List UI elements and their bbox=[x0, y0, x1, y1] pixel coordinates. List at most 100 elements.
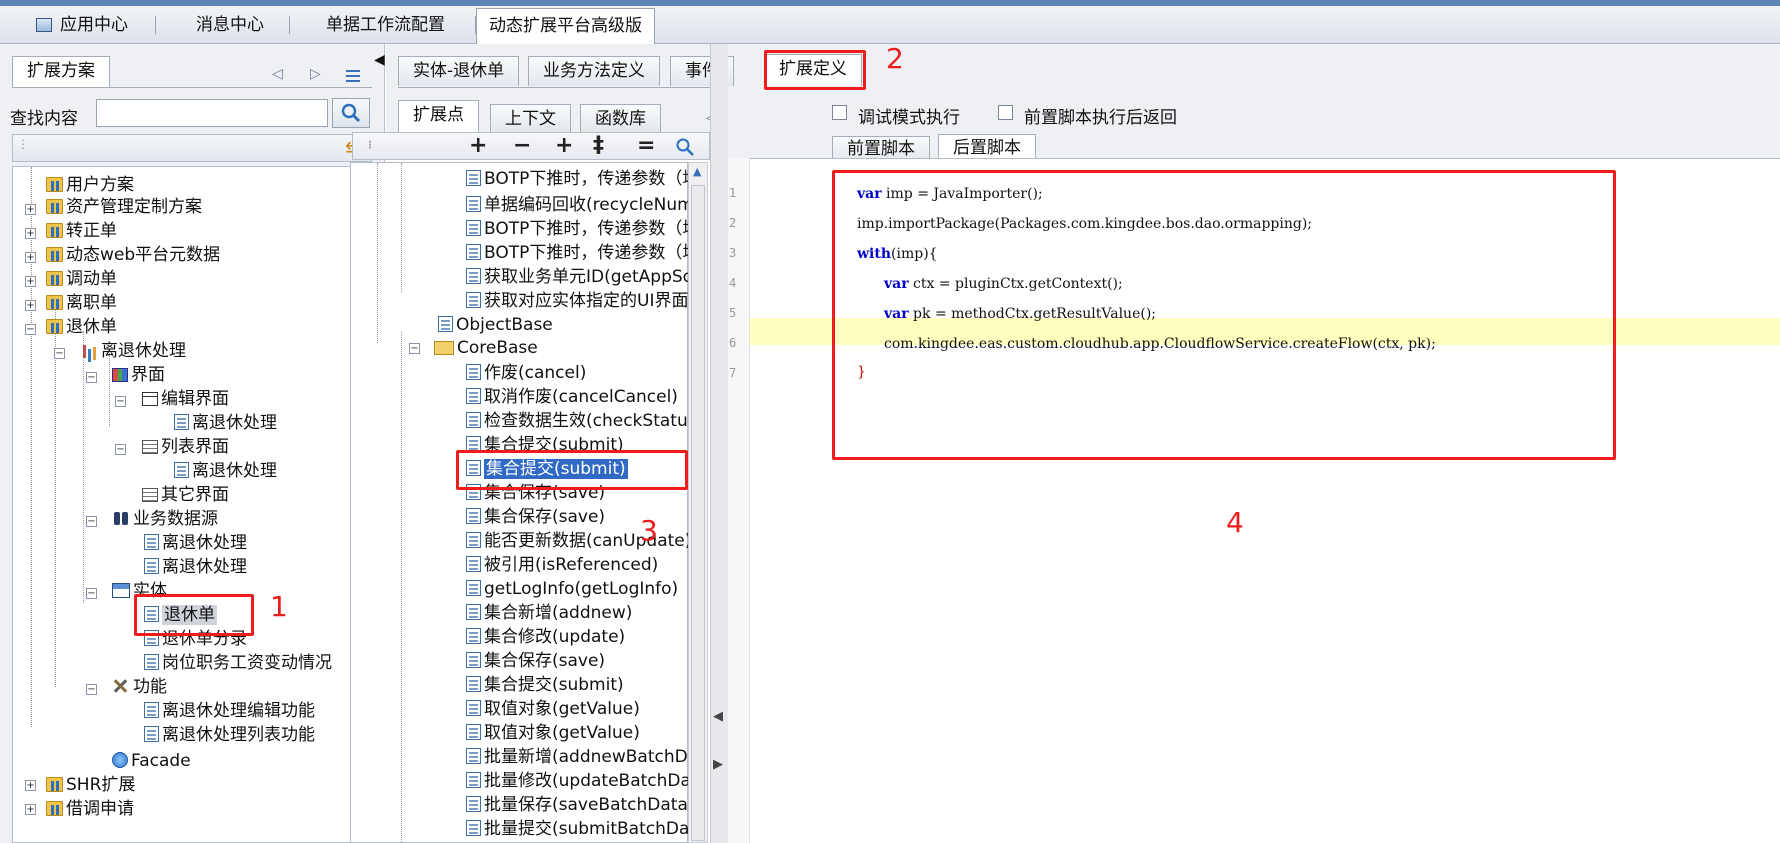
left-prev-arrow-icon[interactable]: ◁ bbox=[272, 66, 283, 82]
ext-core-item[interactable]: 检查数据生效(checkStatusValid) bbox=[466, 410, 688, 432]
return-after-pre-checkbox[interactable] bbox=[998, 105, 1013, 120]
collapse-edit-ui-icon[interactable]: − bbox=[115, 396, 126, 407]
ext-tree-scrollbar[interactable]: ▲ bbox=[688, 162, 708, 843]
expand-dynweb-icon[interactable]: + bbox=[25, 252, 36, 263]
drag-grip-icon[interactable]: ⋮ bbox=[17, 137, 29, 151]
ext-core-item[interactable]: 取值对象(getValue) bbox=[466, 698, 688, 720]
tree-list-ui-item[interactable]: 离退休处理 bbox=[174, 460, 277, 482]
tree-regular[interactable]: 转正单 bbox=[46, 220, 117, 242]
debug-mode-checkbox[interactable] bbox=[832, 105, 847, 120]
tree-other-ui[interactable]: 其它界面 bbox=[142, 484, 229, 506]
tab-extension-scheme[interactable]: 扩展方案 bbox=[12, 56, 110, 88]
tab-context[interactable]: 上下文 bbox=[490, 104, 571, 132]
ext-item-top[interactable]: BOTP下推时，传递参数（增加规则 bbox=[466, 168, 688, 190]
collapse-list-ui-icon[interactable]: − bbox=[115, 444, 126, 455]
ext-item-top[interactable]: 获取对应实体指定的UI界面的Uipk(g bbox=[466, 290, 688, 312]
document-icon bbox=[466, 700, 481, 716]
tree-facade[interactable]: Facade bbox=[112, 750, 191, 772]
collapse-retire-process-icon[interactable]: − bbox=[54, 348, 65, 359]
expand-borrow-icon[interactable]: + bbox=[25, 804, 36, 815]
insert-icon[interactable]: ‡ bbox=[593, 134, 604, 158]
tree-user-scheme[interactable]: 用户方案 bbox=[46, 174, 134, 196]
ext-item-top[interactable]: BOTP下推时，传递参数（增加规则 bbox=[466, 242, 688, 264]
drag-grip-icon[interactable]: ⋮ bbox=[365, 134, 375, 158]
ext-item-top[interactable]: BOTP下推时，传递参数（增加规则 bbox=[466, 218, 688, 240]
collapse-entity-icon[interactable]: − bbox=[86, 588, 97, 599]
expand-transfer-icon[interactable]: + bbox=[25, 276, 36, 287]
document-icon bbox=[466, 508, 481, 524]
tree-ui[interactable]: 界面 bbox=[112, 364, 165, 386]
tree-resign[interactable]: 离职单 bbox=[46, 292, 117, 314]
tree-retire-process[interactable]: 离退休处理 bbox=[82, 340, 186, 362]
tree-biz-item-2[interactable]: 离退休处理 bbox=[144, 556, 247, 578]
left-list-icon[interactable] bbox=[346, 70, 360, 82]
collapse-retire-icon[interactable]: − bbox=[25, 324, 36, 335]
tree-transfer[interactable]: 调动单 bbox=[46, 268, 117, 290]
tree-borrow[interactable]: 借调申请 bbox=[46, 798, 134, 820]
collapse-function-icon[interactable]: − bbox=[86, 684, 97, 695]
search-input[interactable] bbox=[96, 99, 328, 127]
add-child-icon[interactable]: + bbox=[555, 134, 573, 158]
tab-dynamic-extension[interactable]: 动态扩展平台高级版 bbox=[476, 8, 655, 45]
ext-core-item[interactable]: 批量修改(updateBatchData) bbox=[466, 770, 688, 792]
expand-regular-icon[interactable]: + bbox=[25, 228, 36, 239]
search-button[interactable] bbox=[332, 98, 370, 128]
tab-entity-retire[interactable]: 实体-退休单 bbox=[398, 56, 520, 86]
collapse-arrow-left-icon[interactable]: ◀ bbox=[713, 709, 723, 724]
ext-core-item[interactable]: 集合新增(addnew) bbox=[466, 602, 688, 624]
expand-shr-icon[interactable]: + bbox=[25, 780, 36, 791]
ext-core-item[interactable]: 集合提交(submit) bbox=[466, 674, 688, 696]
tab-app-center[interactable]: 应用中心 bbox=[36, 6, 156, 44]
tree-shr-ext[interactable]: SHR扩展 bbox=[46, 774, 135, 796]
ext-item-top[interactable]: 单据编码回收(recycleNumber) bbox=[466, 194, 688, 216]
ext-core-item[interactable]: 批量保存(saveBatchData) bbox=[466, 794, 688, 816]
ext-core-base[interactable]: CoreBase bbox=[434, 337, 538, 359]
left-next-arrow-icon[interactable]: ▷ bbox=[310, 66, 321, 82]
add-icon[interactable]: + bbox=[469, 134, 487, 158]
ext-core-item[interactable]: 批量提交(submitBatchData) bbox=[466, 818, 688, 840]
tree-asset-custom[interactable]: 资产管理定制方案 bbox=[46, 196, 202, 218]
tree-biz-item-1[interactable]: 离退休处理 bbox=[144, 532, 247, 554]
collapse-arrow-right-icon[interactable]: ▶ bbox=[713, 757, 723, 772]
tree-edit-ui[interactable]: 编辑界面 bbox=[142, 388, 229, 410]
tree-edit-ui-item[interactable]: 离退休处理 bbox=[174, 412, 277, 434]
expand-resign-icon[interactable]: + bbox=[25, 300, 36, 311]
scroll-up-icon[interactable]: ▲ bbox=[693, 165, 701, 178]
document-icon bbox=[466, 580, 481, 596]
tab-biz-method[interactable]: 业务方法定义 bbox=[528, 56, 660, 86]
ext-core-item[interactable]: 取消作废(cancelCancel) bbox=[466, 386, 688, 408]
tree-entity-salary[interactable]: 岗位职务工资变动情况 bbox=[144, 652, 332, 674]
tree-list-ui[interactable]: 列表界面 bbox=[142, 436, 229, 458]
splitter[interactable]: ◀ ▶ bbox=[710, 44, 728, 843]
tab-function-lib[interactable]: 函数库 bbox=[580, 104, 661, 132]
ext-core-item[interactable]: 作废(cancel) bbox=[466, 362, 688, 384]
ext-toolbar: ⋮ + − + ‡ = bbox=[352, 132, 710, 160]
tab-workflow-config[interactable]: 单据工作流配置 bbox=[306, 6, 476, 44]
collapse-corebase-icon[interactable]: − bbox=[409, 343, 420, 354]
tab-message-center[interactable]: 消息中心 bbox=[172, 6, 290, 44]
find-icon[interactable] bbox=[675, 137, 695, 157]
ext-tree-scroll-thumb[interactable] bbox=[691, 185, 705, 841]
expand-asset-icon[interactable]: + bbox=[25, 204, 36, 215]
folder-icon bbox=[46, 223, 63, 238]
tree-retire[interactable]: 退休单 bbox=[46, 316, 117, 338]
collapse-ui-icon[interactable]: − bbox=[86, 372, 97, 383]
tree-biz-source[interactable]: 业务数据源 bbox=[112, 508, 218, 530]
ext-item-top[interactable]: 获取业务单元ID(getAppSolutionID) bbox=[466, 266, 688, 288]
collapse-left-arrow-icon[interactable]: ◀ bbox=[374, 52, 385, 68]
tab-extension-point[interactable]: 扩展点 bbox=[398, 100, 479, 132]
ext-core-item[interactable]: 集合修改(update) bbox=[466, 626, 688, 648]
tree-dynweb[interactable]: 动态web平台元数据 bbox=[46, 244, 220, 266]
remove-icon[interactable]: − bbox=[513, 134, 531, 158]
ext-core-item[interactable]: 集合保存(save) bbox=[466, 650, 688, 672]
ext-object-base[interactable]: ObjectBase bbox=[438, 314, 553, 336]
equal-icon[interactable]: = bbox=[637, 134, 655, 158]
ext-core-item[interactable]: 批量新增(addnewBatchData) bbox=[466, 746, 688, 768]
tree-function[interactable]: 功能 bbox=[112, 676, 167, 698]
ext-core-item[interactable]: getLogInfo(getLogInfo) bbox=[466, 578, 688, 600]
tree-func-edit[interactable]: 离退休处理编辑功能 bbox=[144, 700, 315, 722]
tree-func-list[interactable]: 离退休处理列表功能 bbox=[144, 724, 315, 746]
ext-core-item[interactable]: 被引用(isReferenced) bbox=[466, 554, 688, 576]
ext-core-item[interactable]: 取值对象(getValue) bbox=[466, 722, 688, 744]
collapse-biz-source-icon[interactable]: − bbox=[86, 516, 97, 527]
